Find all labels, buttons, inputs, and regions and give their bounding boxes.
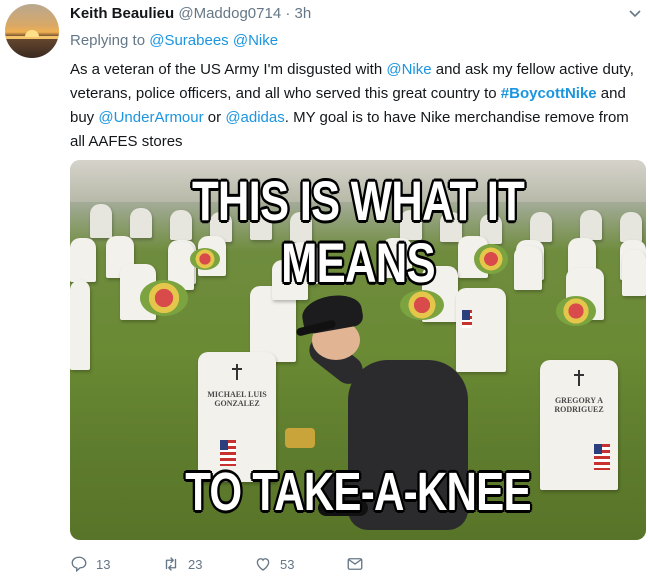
- cross-icon: [573, 370, 585, 386]
- like-icon: [256, 558, 270, 571]
- headstone: [622, 250, 646, 296]
- tweet-image[interactable]: MICHAEL LUIS GONZALEZ GREGORY A RODRIGUE…: [70, 160, 646, 540]
- retweet-count: 23: [188, 556, 203, 572]
- reply-icon: [71, 556, 87, 573]
- headstone: [70, 280, 90, 370]
- reply-mention-nike[interactable]: @Nike: [233, 32, 278, 49]
- chevron-down-icon[interactable]: [628, 6, 642, 20]
- mention-adidas[interactable]: @adidas: [225, 109, 284, 126]
- headstone: [580, 210, 602, 240]
- meme-top-text: THIS IS WHAT IT MEANS: [191, 169, 525, 294]
- reply-button[interactable]: 13: [70, 553, 110, 575]
- retweet-icon: [165, 557, 177, 571]
- like-button[interactable]: 53: [254, 553, 294, 575]
- meme-bottom-text: TO TAKE-A-KNEE: [185, 462, 531, 522]
- flag: [462, 310, 472, 328]
- flowers: [556, 296, 596, 326]
- tweet-header: Keith Beaulieu @Maddog0714 · 3h: [70, 5, 311, 22]
- tweet-actions: 13 23 53: [70, 553, 370, 575]
- replying-prefix: Replying to: [70, 32, 146, 49]
- headstone: [456, 288, 506, 372]
- author-name[interactable]: Keith Beaulieu: [70, 5, 174, 22]
- cross-icon: [231, 364, 243, 380]
- like-count: 53: [280, 556, 295, 572]
- timestamp[interactable]: 3h: [295, 5, 312, 22]
- soldier-stripe: [285, 428, 315, 448]
- reply-count: 13: [96, 556, 111, 572]
- retweet-button[interactable]: 23: [162, 553, 202, 575]
- avatar-sun: [25, 30, 39, 37]
- separator-dot: ·: [285, 5, 291, 22]
- mention-underarmour[interactable]: @UnderArmour: [98, 109, 203, 126]
- tweet-text-part: As a veteran of the US Army I'm disguste…: [70, 61, 387, 78]
- headstone: [70, 238, 96, 282]
- flowers: [400, 290, 444, 320]
- replying-to-line: Replying to @Surabees @Nike: [70, 32, 278, 49]
- tweet-text-part: or: [203, 109, 226, 126]
- mention-nike[interactable]: @Nike: [386, 61, 431, 78]
- headstone-left-inscription: MICHAEL LUIS GONZALEZ: [207, 390, 267, 408]
- flag: [594, 444, 610, 470]
- headstone: [90, 204, 112, 238]
- headstone: [620, 212, 642, 242]
- headstone-right-inscription: GREGORY A RODRIGUEZ: [554, 396, 604, 414]
- reply-mention-surabees[interactable]: @Surabees: [149, 32, 228, 49]
- message-icon: [347, 558, 363, 570]
- direct-message-button[interactable]: [346, 553, 364, 575]
- hashtag-boycottnike[interactable]: #BoycottNike: [501, 85, 597, 102]
- avatar[interactable]: [5, 4, 59, 58]
- author-handle[interactable]: @Maddog0714: [178, 5, 281, 22]
- tweet-text: As a veteran of the US Army I'm disguste…: [70, 58, 640, 154]
